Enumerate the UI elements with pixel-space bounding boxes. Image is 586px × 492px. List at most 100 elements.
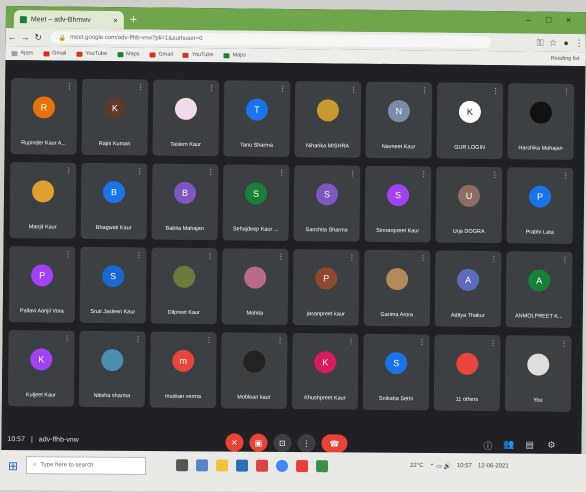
bookmark-1[interactable]: Gmail: [43, 50, 66, 57]
participant-tile[interactable]: ⋮ U Urja DOGRA: [435, 166, 503, 244]
new-tab-icon[interactable]: +: [130, 12, 137, 26]
tile-options-icon[interactable]: ⋮: [277, 253, 284, 261]
tile-options-icon[interactable]: ⋮: [350, 86, 357, 94]
back-icon[interactable]: ←: [6, 32, 19, 42]
participant-tile[interactable]: ⋮ S Sruti Jasleen Kaur: [79, 246, 147, 324]
file-explorer-icon[interactable]: [216, 459, 229, 472]
tile-options-icon[interactable]: ⋮: [420, 170, 427, 178]
chrome-icon[interactable]: [276, 459, 289, 472]
reading-list[interactable]: Reading list: [551, 56, 580, 62]
tile-options-icon[interactable]: ⋮: [205, 336, 212, 344]
tile-options-icon[interactable]: ⋮: [206, 252, 213, 260]
leave-call-button[interactable]: ☎: [321, 434, 348, 453]
tile-options-icon[interactable]: ⋮: [278, 169, 285, 177]
participant-tile[interactable]: ⋮ Niharika MISHRA: [294, 81, 362, 158]
participant-tile[interactable]: ⋮ K GUR LOGIN: [436, 82, 504, 160]
tile-options-icon[interactable]: ⋮: [134, 335, 141, 343]
tile-options-icon[interactable]: ⋮: [563, 88, 570, 96]
app-icon[interactable]: [295, 460, 309, 473]
participant-tile[interactable]: ⋮ R Rupinder Kaur A...: [10, 78, 78, 155]
participant-tile[interactable]: ⋮ P Prabhi Lata: [506, 167, 574, 244]
participant-tile[interactable]: ⋮ You: [504, 335, 572, 412]
participant-tile[interactable]: ⋮ T Tanu Sharma: [223, 80, 291, 157]
url-field[interactable]: 🔒 meet.google.com/adv-ffhb-vnw?pli=1&aut…: [50, 31, 491, 49]
participant-tile[interactable]: ⋮ K Rajni Kumari: [81, 78, 149, 156]
bookmark-5[interactable]: YouTube: [182, 52, 214, 58]
tile-options-icon[interactable]: ⋮: [135, 251, 142, 259]
task-view-icon[interactable]: [176, 459, 189, 472]
tab-close-icon[interactable]: ×: [113, 16, 118, 25]
tile-options-icon[interactable]: ⋮: [279, 85, 286, 93]
participant-tile[interactable]: ⋮ Dilpreet Kaur: [150, 247, 218, 325]
participant-tile[interactable]: ⋮ S Simranpreet Kaur: [364, 165, 432, 243]
mail-icon[interactable]: [256, 459, 269, 472]
tray-icons[interactable]: ⌃ ▭ 🔊: [429, 463, 451, 470]
tile-options-icon[interactable]: ⋮: [489, 339, 496, 347]
chat-icon[interactable]: ▤: [525, 439, 534, 450]
menu-icon[interactable]: ⋮: [573, 37, 586, 48]
mic-off-button[interactable]: ✕: [225, 433, 244, 452]
close-window-icon[interactable]: ×: [566, 15, 571, 25]
participant-tile[interactable]: ⋮ N Navneet Kaur: [365, 81, 433, 159]
tile-options-icon[interactable]: ⋮: [561, 256, 568, 264]
reload-icon[interactable]: ↻: [32, 32, 45, 43]
participant-tile[interactable]: ⋮ A ANMOLPREET K...: [505, 251, 573, 328]
bookmark-0[interactable]: Apps: [11, 50, 33, 56]
participant-tile[interactable]: ⋮ m muskan verma: [149, 331, 217, 409]
tile-options-icon[interactable]: ⋮: [66, 83, 73, 91]
profile-icon[interactable]: ●: [560, 38, 573, 48]
activities-icon[interactable]: ⚙: [547, 440, 555, 451]
tile-options-icon[interactable]: ⋮: [207, 168, 214, 176]
store-icon[interactable]: [236, 459, 249, 472]
tile-options-icon[interactable]: ⋮: [64, 251, 71, 259]
tile-options-icon[interactable]: ⋮: [349, 170, 356, 178]
edge-icon[interactable]: [196, 459, 209, 472]
more-options-button[interactable]: ⋮: [297, 434, 316, 453]
participant-tile[interactable]: ⋮ Garima Arora: [363, 249, 431, 327]
participant-tile[interactable]: ⋮ P Pallavi Aanjil Vora: [8, 246, 76, 323]
tile-options-icon[interactable]: ⋮: [491, 171, 498, 179]
bookmark-6[interactable]: Maps: [223, 52, 246, 59]
tile-options-icon[interactable]: ⋮: [63, 335, 70, 343]
star-icon[interactable]: ☆: [547, 37, 560, 48]
windows-start-icon[interactable]: ⊞: [8, 459, 18, 473]
tile-options-icon[interactable]: ⋮: [562, 172, 569, 180]
minimize-icon[interactable]: –: [526, 14, 531, 24]
forward-icon[interactable]: →: [19, 32, 32, 42]
participant-tile[interactable]: ⋮ S Sanchita Sharma: [293, 165, 361, 242]
info-icon[interactable]: ⓘ: [483, 439, 492, 452]
participant-tile[interactable]: ⋮ B Babita Mahajan: [151, 163, 219, 241]
participant-tile[interactable]: ⋮ A Aditya Thakur: [434, 250, 502, 328]
tab-meet[interactable]: Meet – adv-Bhmwv ×: [13, 10, 124, 30]
participant-tile[interactable]: ⋮ Harshika Mahajan: [507, 83, 575, 160]
bookmark-4[interactable]: Gmail: [149, 52, 173, 58]
tile-options-icon[interactable]: ⋮: [136, 167, 143, 175]
tile-options-icon[interactable]: ⋮: [348, 254, 355, 262]
participant-tile[interactable]: ⋮ K Khushpreet Kaur: [291, 333, 359, 410]
participant-tile[interactable]: ⋮ S Snikaha Sethi: [362, 333, 430, 411]
bookmark-2[interactable]: YouTube: [76, 51, 107, 57]
key-icon[interactable]: ⚿: [534, 37, 547, 48]
present-button[interactable]: ⊡: [273, 433, 292, 453]
participant-tile[interactable]: ⋮ Manjit Kaur: [9, 162, 77, 239]
participant-tile[interactable]: ⋮ S Sehajdeep Kaur ...: [222, 164, 290, 241]
participant-tile[interactable]: ⋮ Nitisha sharma: [78, 330, 146, 408]
participant-tile[interactable]: ⋮ 11 others: [433, 334, 501, 412]
tile-options-icon[interactable]: ⋮: [418, 338, 425, 346]
tile-options-icon[interactable]: ⋮: [492, 87, 499, 95]
participant-tile[interactable]: ⋮ Mohita: [221, 248, 289, 325]
participant-tile[interactable]: ⋮ Moblean kaur: [220, 332, 288, 409]
tile-options-icon[interactable]: ⋮: [421, 86, 428, 94]
participant-tile[interactable]: ⋮ Pjasanpreet kaur: [292, 249, 360, 326]
tile-options-icon[interactable]: ⋮: [137, 83, 144, 91]
tile-options-icon[interactable]: ⋮: [347, 338, 354, 346]
tile-options-icon[interactable]: ⋮: [490, 255, 497, 263]
tile-options-icon[interactable]: ⋮: [65, 167, 72, 175]
taskbar-search[interactable]: ⌕ Type here to search: [25, 456, 147, 475]
participant-tile[interactable]: ⋮ K Kuljeet Kaur: [7, 330, 75, 407]
bookmark-3[interactable]: Maps: [117, 51, 140, 57]
tile-options-icon[interactable]: ⋮: [419, 254, 426, 262]
green-app-icon[interactable]: [315, 460, 329, 473]
tile-options-icon[interactable]: ⋮: [208, 84, 215, 92]
tile-options-icon[interactable]: ⋮: [276, 337, 283, 345]
